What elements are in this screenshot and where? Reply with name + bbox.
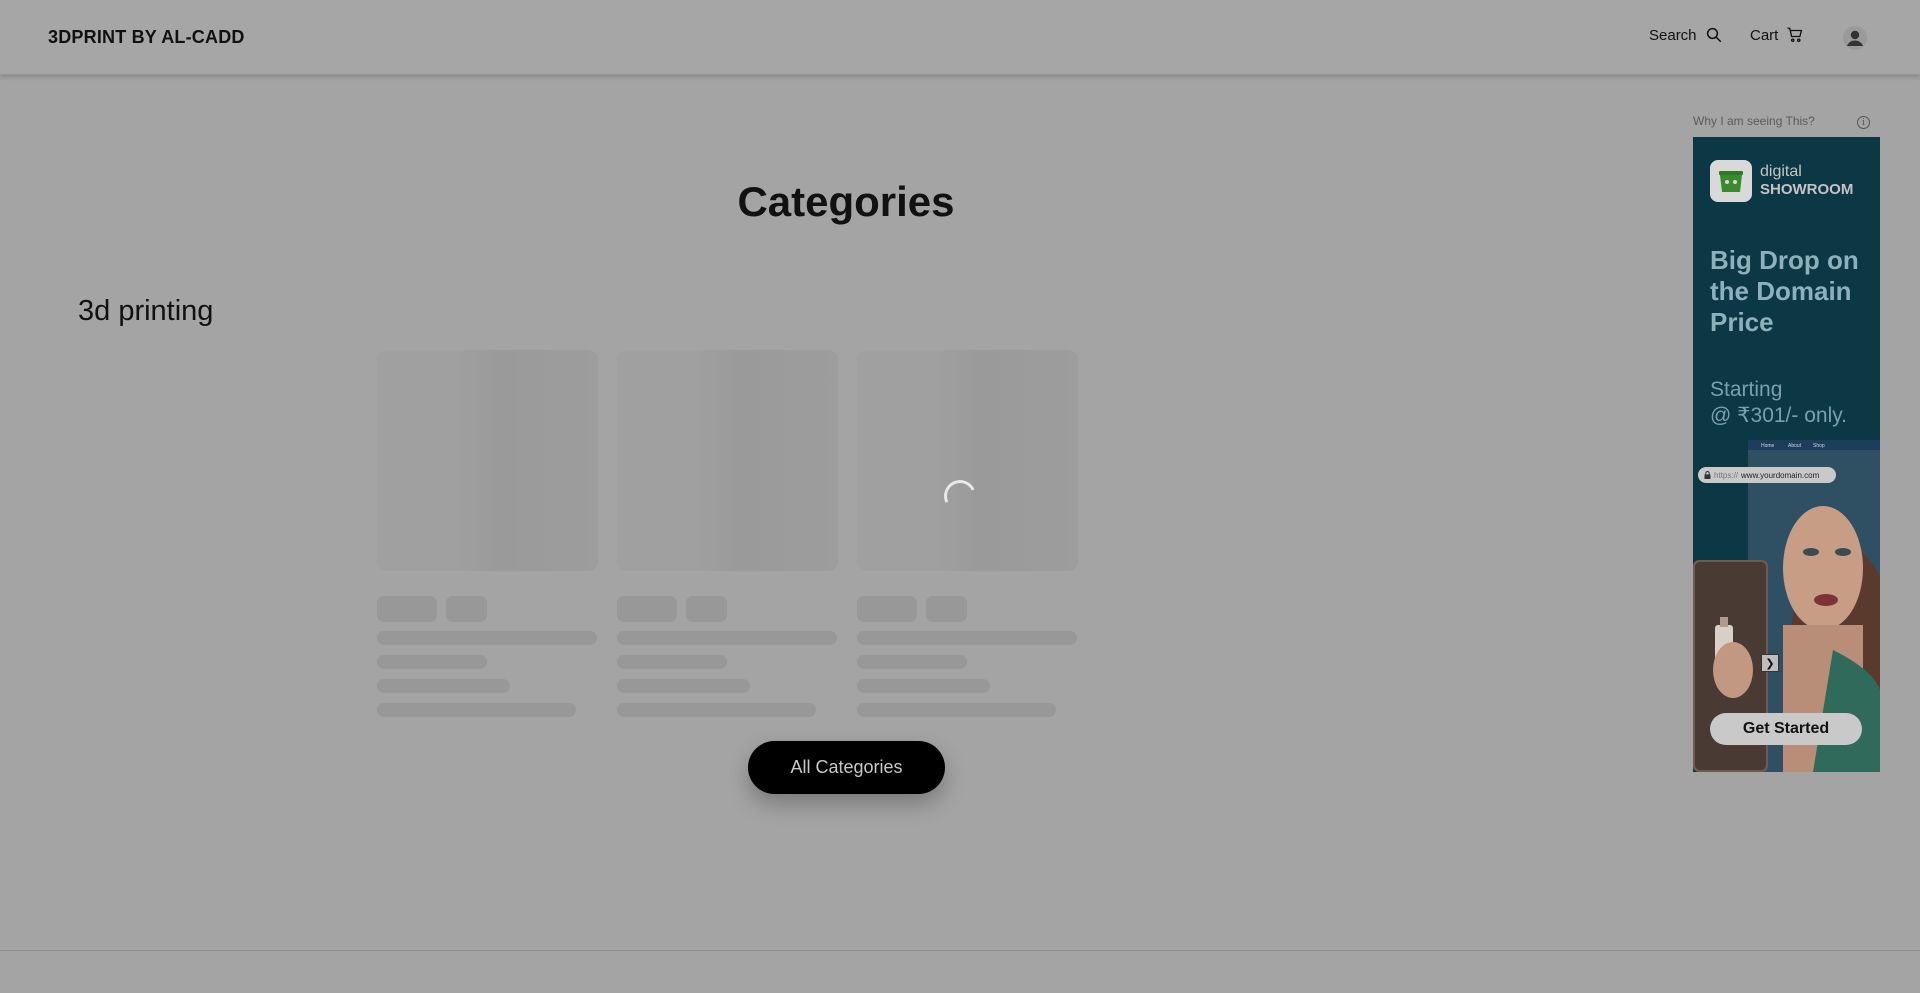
ad-subline: Starting @ ₹301/- only. bbox=[1710, 377, 1880, 429]
text-placeholder bbox=[617, 679, 750, 693]
cart-icon bbox=[1787, 27, 1803, 43]
info-icon[interactable]: i bbox=[1857, 116, 1870, 129]
product-image-placeholder bbox=[857, 350, 1078, 571]
ad-brand-line1: digital bbox=[1760, 163, 1802, 180]
product-image-placeholder bbox=[617, 350, 838, 571]
title-placeholder bbox=[617, 631, 837, 645]
ad-headline: Big Drop on the Domain Price bbox=[1710, 245, 1859, 337]
ad-get-started-button[interactable]: Get Started bbox=[1710, 713, 1862, 745]
user-avatar-icon[interactable] bbox=[1843, 26, 1867, 50]
ad-url-prefix: https:// bbox=[1714, 470, 1739, 480]
site-logo[interactable]: 3DPRINT BY AL-CADD bbox=[48, 27, 245, 48]
ad-url-text: www.yourdomain.com bbox=[1741, 470, 1820, 480]
chevron-right-icon[interactable]: ❯ bbox=[1761, 654, 1779, 672]
ad-nav-shop: Shop bbox=[1813, 443, 1825, 449]
category-title-3d-printing[interactable]: 3d printing bbox=[78, 295, 213, 328]
search-button[interactable]: Search bbox=[1649, 26, 1723, 44]
cart-label: Cart bbox=[1750, 26, 1779, 44]
text-placeholder bbox=[857, 703, 1056, 717]
title-placeholder bbox=[857, 631, 1077, 645]
shop-bag-icon bbox=[1719, 171, 1743, 192]
text-placeholder bbox=[377, 655, 487, 669]
page-title: Categories bbox=[737, 178, 955, 225]
text-placeholder bbox=[617, 703, 816, 717]
cart-button[interactable]: Cart bbox=[1750, 26, 1804, 44]
search-label: Search bbox=[1649, 26, 1697, 44]
ad-nav-home: Home bbox=[1761, 443, 1775, 449]
ad-nav-about: About bbox=[1788, 443, 1802, 449]
ad-subline-1: Starting bbox=[1710, 378, 1783, 401]
footer-divider bbox=[0, 950, 1920, 951]
text-placeholder bbox=[857, 655, 967, 669]
all-categories-button[interactable]: All Categories bbox=[748, 741, 945, 794]
site-header: 3DPRINT BY AL-CADD Search Cart bbox=[0, 0, 1920, 75]
product-image-placeholder bbox=[377, 350, 598, 571]
product-card-skeleton bbox=[377, 350, 598, 717]
title-placeholder bbox=[377, 631, 597, 645]
product-card-skeleton bbox=[617, 350, 838, 717]
search-icon bbox=[1706, 27, 1721, 43]
ad-logo bbox=[1710, 160, 1752, 202]
ad-url-bar: https://www.yourdomain.com bbox=[1698, 467, 1836, 483]
text-placeholder bbox=[377, 679, 510, 693]
ad-why-link[interactable]: Why I am seeing This? bbox=[1693, 114, 1815, 128]
product-card-skeleton bbox=[857, 350, 1078, 717]
ad-brand-line2: SHOWROOM bbox=[1760, 181, 1854, 198]
price-placeholder bbox=[377, 596, 437, 622]
price-placeholder bbox=[857, 596, 917, 622]
advertisement-banner[interactable]: digital SHOWROOM Big Drop on the Domain … bbox=[1693, 137, 1880, 772]
text-placeholder bbox=[857, 679, 990, 693]
ad-subline-2: @ ₹301/- only. bbox=[1710, 404, 1848, 427]
text-placeholder bbox=[377, 703, 576, 717]
lock-icon bbox=[1704, 471, 1711, 479]
badge-placeholder bbox=[686, 596, 727, 622]
price-placeholder bbox=[617, 596, 677, 622]
badge-placeholder bbox=[446, 596, 487, 622]
text-placeholder bbox=[617, 655, 727, 669]
badge-placeholder bbox=[926, 596, 967, 622]
